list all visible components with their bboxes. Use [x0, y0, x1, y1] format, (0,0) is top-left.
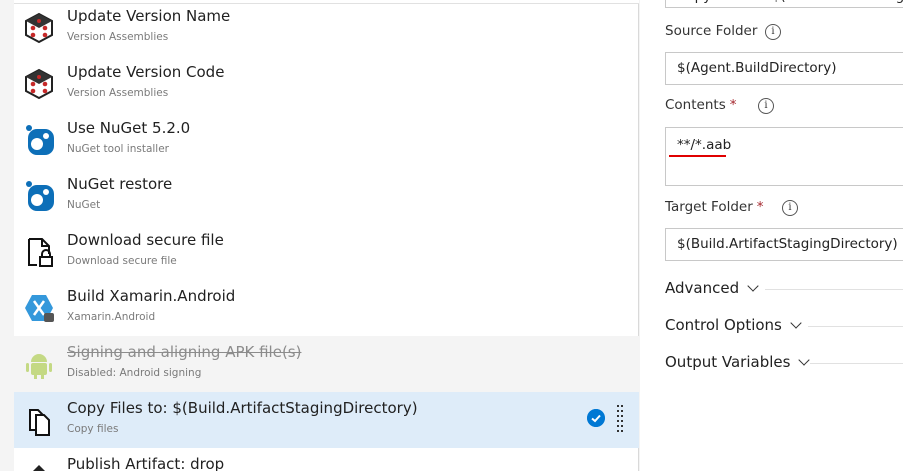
task-row-selected[interactable]: Copy Files to: $(Build.ArtifactStagingDi…	[14, 392, 639, 448]
contents-label: Contents *	[665, 97, 737, 113]
task-name: Copy Files to: $(Build.ArtifactStagingDi…	[67, 399, 418, 417]
nuget-icon	[26, 181, 54, 211]
task-row-disabled[interactable]: Signing and aligning APK file(s) Disable…	[14, 336, 639, 392]
task-type: Xamarin.Android	[67, 311, 156, 323]
control-options-section-header[interactable]: Control Options	[665, 316, 802, 334]
task-row[interactable]: NuGet restore NuGet	[14, 168, 639, 224]
version-dice-icon	[25, 12, 53, 44]
task-type: Copy files	[67, 423, 119, 435]
task-row[interactable]: Update Version Name Version Assemblies	[14, 0, 639, 56]
task-type: Version Assemblies	[67, 87, 169, 99]
android-icon	[26, 354, 52, 379]
task-list-panel: Update Version Name Version Assemblies U…	[0, 0, 640, 471]
chevron-down-icon	[747, 280, 759, 292]
contents-value: **/*.aab	[677, 137, 732, 153]
task-name: Publish Artifact: drop	[67, 455, 225, 471]
task-name: Update Version Code	[67, 63, 225, 81]
task-type: Download secure file	[67, 255, 177, 267]
task-row[interactable]: Build Xamarin.Android Xamarin.Android	[14, 280, 639, 336]
checkmark-icon	[587, 409, 605, 427]
nuget-icon	[26, 125, 54, 155]
task-name: Use NuGet 5.2.0	[67, 119, 191, 137]
task-name: Download secure file	[67, 231, 224, 249]
chevron-down-icon	[790, 317, 802, 329]
source-folder-field[interactable]: $(Agent.BuildDirectory)	[665, 52, 903, 85]
task-name: Update Version Name	[67, 7, 231, 25]
target-folder-field[interactable]: $(Build.ArtifactStagingDirectory)	[665, 228, 903, 261]
task-name: Build Xamarin.Android	[67, 287, 236, 305]
task-type: Disabled: Android signing	[67, 367, 202, 379]
target-folder-label: Target Folder *	[665, 199, 764, 215]
chevron-down-icon	[798, 354, 811, 366]
xamarin-icon	[25, 295, 54, 322]
publish-icon	[33, 465, 45, 471]
advanced-section-header[interactable]: Advanced	[665, 279, 759, 297]
drag-handle-icon[interactable]	[617, 405, 625, 433]
source-folder-info-icon[interactable]: i	[765, 24, 781, 40]
divider	[808, 326, 903, 327]
task-row[interactable]: Use NuGet 5.2.0 NuGet tool installer	[14, 112, 639, 168]
task-type: NuGet tool installer	[67, 143, 169, 155]
task-properties-panel: Copy Files to: $(Build.ArtifactStaging S…	[640, 0, 903, 471]
task-name: NuGet restore	[67, 175, 173, 193]
copy-files-icon	[29, 409, 50, 436]
task-type: NuGet	[67, 199, 101, 211]
secure-file-icon	[28, 238, 53, 267]
display-name-field[interactable]: Copy Files to: $(Build.ArtifactStaging	[665, 0, 903, 8]
divider	[810, 363, 903, 364]
divider	[765, 289, 903, 290]
task-row[interactable]: Update Version Code Version Assemblies	[14, 56, 639, 112]
task-type: Version Assemblies	[67, 31, 169, 43]
annotation-underline	[669, 155, 726, 157]
target-folder-info-icon[interactable]: i	[782, 200, 798, 216]
task-name: Signing and aligning APK file(s)	[67, 343, 302, 361]
task-row[interactable]: Publish Artifact: drop	[14, 448, 639, 471]
contents-info-icon[interactable]: i	[758, 98, 774, 114]
output-variables-section-header[interactable]: Output Variables	[665, 353, 811, 371]
source-folder-label: Source Folder	[665, 23, 758, 39]
task-row[interactable]: Download secure file Download secure fil…	[14, 224, 639, 280]
version-dice-icon	[25, 68, 53, 100]
